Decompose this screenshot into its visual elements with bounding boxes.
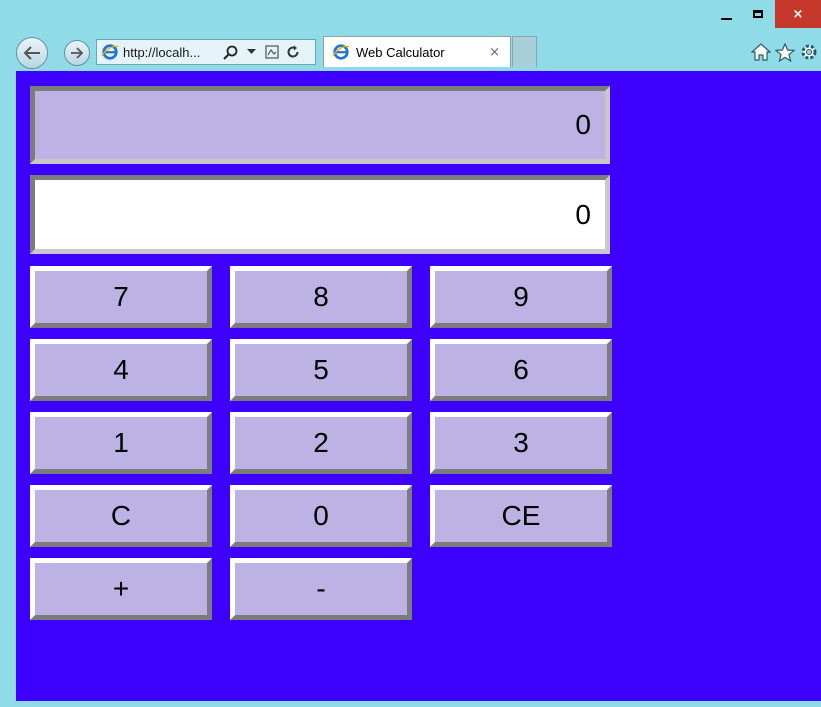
key-4-button[interactable]: 4 (30, 339, 212, 401)
dropdown-icon[interactable] (243, 44, 259, 60)
clear-entry-button[interactable]: CE (430, 485, 612, 547)
accumulator-display: 0 (30, 86, 610, 164)
current-display: 0 (30, 175, 610, 254)
key-7-button[interactable]: 7 (30, 266, 212, 328)
key-1-button[interactable]: 1 (30, 412, 212, 474)
key-0-button[interactable]: 0 (230, 485, 412, 547)
key-8-button[interactable]: 8 (230, 266, 412, 328)
plus-button[interactable]: + (30, 558, 212, 620)
new-tab-button[interactable] (512, 36, 537, 67)
browser-toolbar: http://localh... Web Calculator × (0, 33, 821, 71)
minus-button[interactable]: - (230, 558, 412, 620)
tab-web-calculator[interactable]: Web Calculator × (323, 36, 511, 67)
address-bar[interactable]: http://localh... (96, 39, 316, 65)
compat-view-icon[interactable] (264, 44, 280, 60)
maximize-icon (753, 10, 763, 18)
key-2-button[interactable]: 2 (230, 412, 412, 474)
maximize-button[interactable] (741, 0, 775, 28)
back-icon (23, 46, 40, 60)
browser-right-icons (751, 42, 819, 62)
minimize-button[interactable] (711, 0, 741, 28)
favorites-star-icon[interactable] (775, 42, 795, 62)
ie-logo-icon (332, 44, 350, 60)
close-window-button[interactable]: × (775, 0, 821, 28)
back-button[interactable] (16, 37, 48, 69)
window-bottom-border (0, 701, 821, 707)
refresh-icon[interactable] (285, 44, 301, 60)
key-5-button[interactable]: 5 (230, 339, 412, 401)
home-icon[interactable] (751, 42, 771, 62)
forward-button[interactable] (64, 40, 90, 66)
window-controls: × (711, 0, 821, 28)
forward-icon (71, 47, 84, 59)
page-viewport: 0 0 7 8 9 4 5 6 1 2 3 C 0 CE + - (16, 71, 821, 701)
tab-close-icon[interactable]: × (489, 45, 500, 60)
minimize-icon (720, 18, 732, 20)
tab-title: Web Calculator (356, 44, 445, 60)
close-icon: × (792, 6, 804, 22)
address-url[interactable]: http://localh... (123, 45, 217, 60)
search-icon[interactable] (222, 44, 238, 60)
key-3-button[interactable]: 3 (430, 412, 612, 474)
key-9-button[interactable]: 9 (430, 266, 612, 328)
ie-logo-icon (101, 44, 119, 60)
key-6-button[interactable]: 6 (430, 339, 612, 401)
clear-button[interactable]: C (30, 485, 212, 547)
settings-gear-icon[interactable] (799, 42, 819, 62)
